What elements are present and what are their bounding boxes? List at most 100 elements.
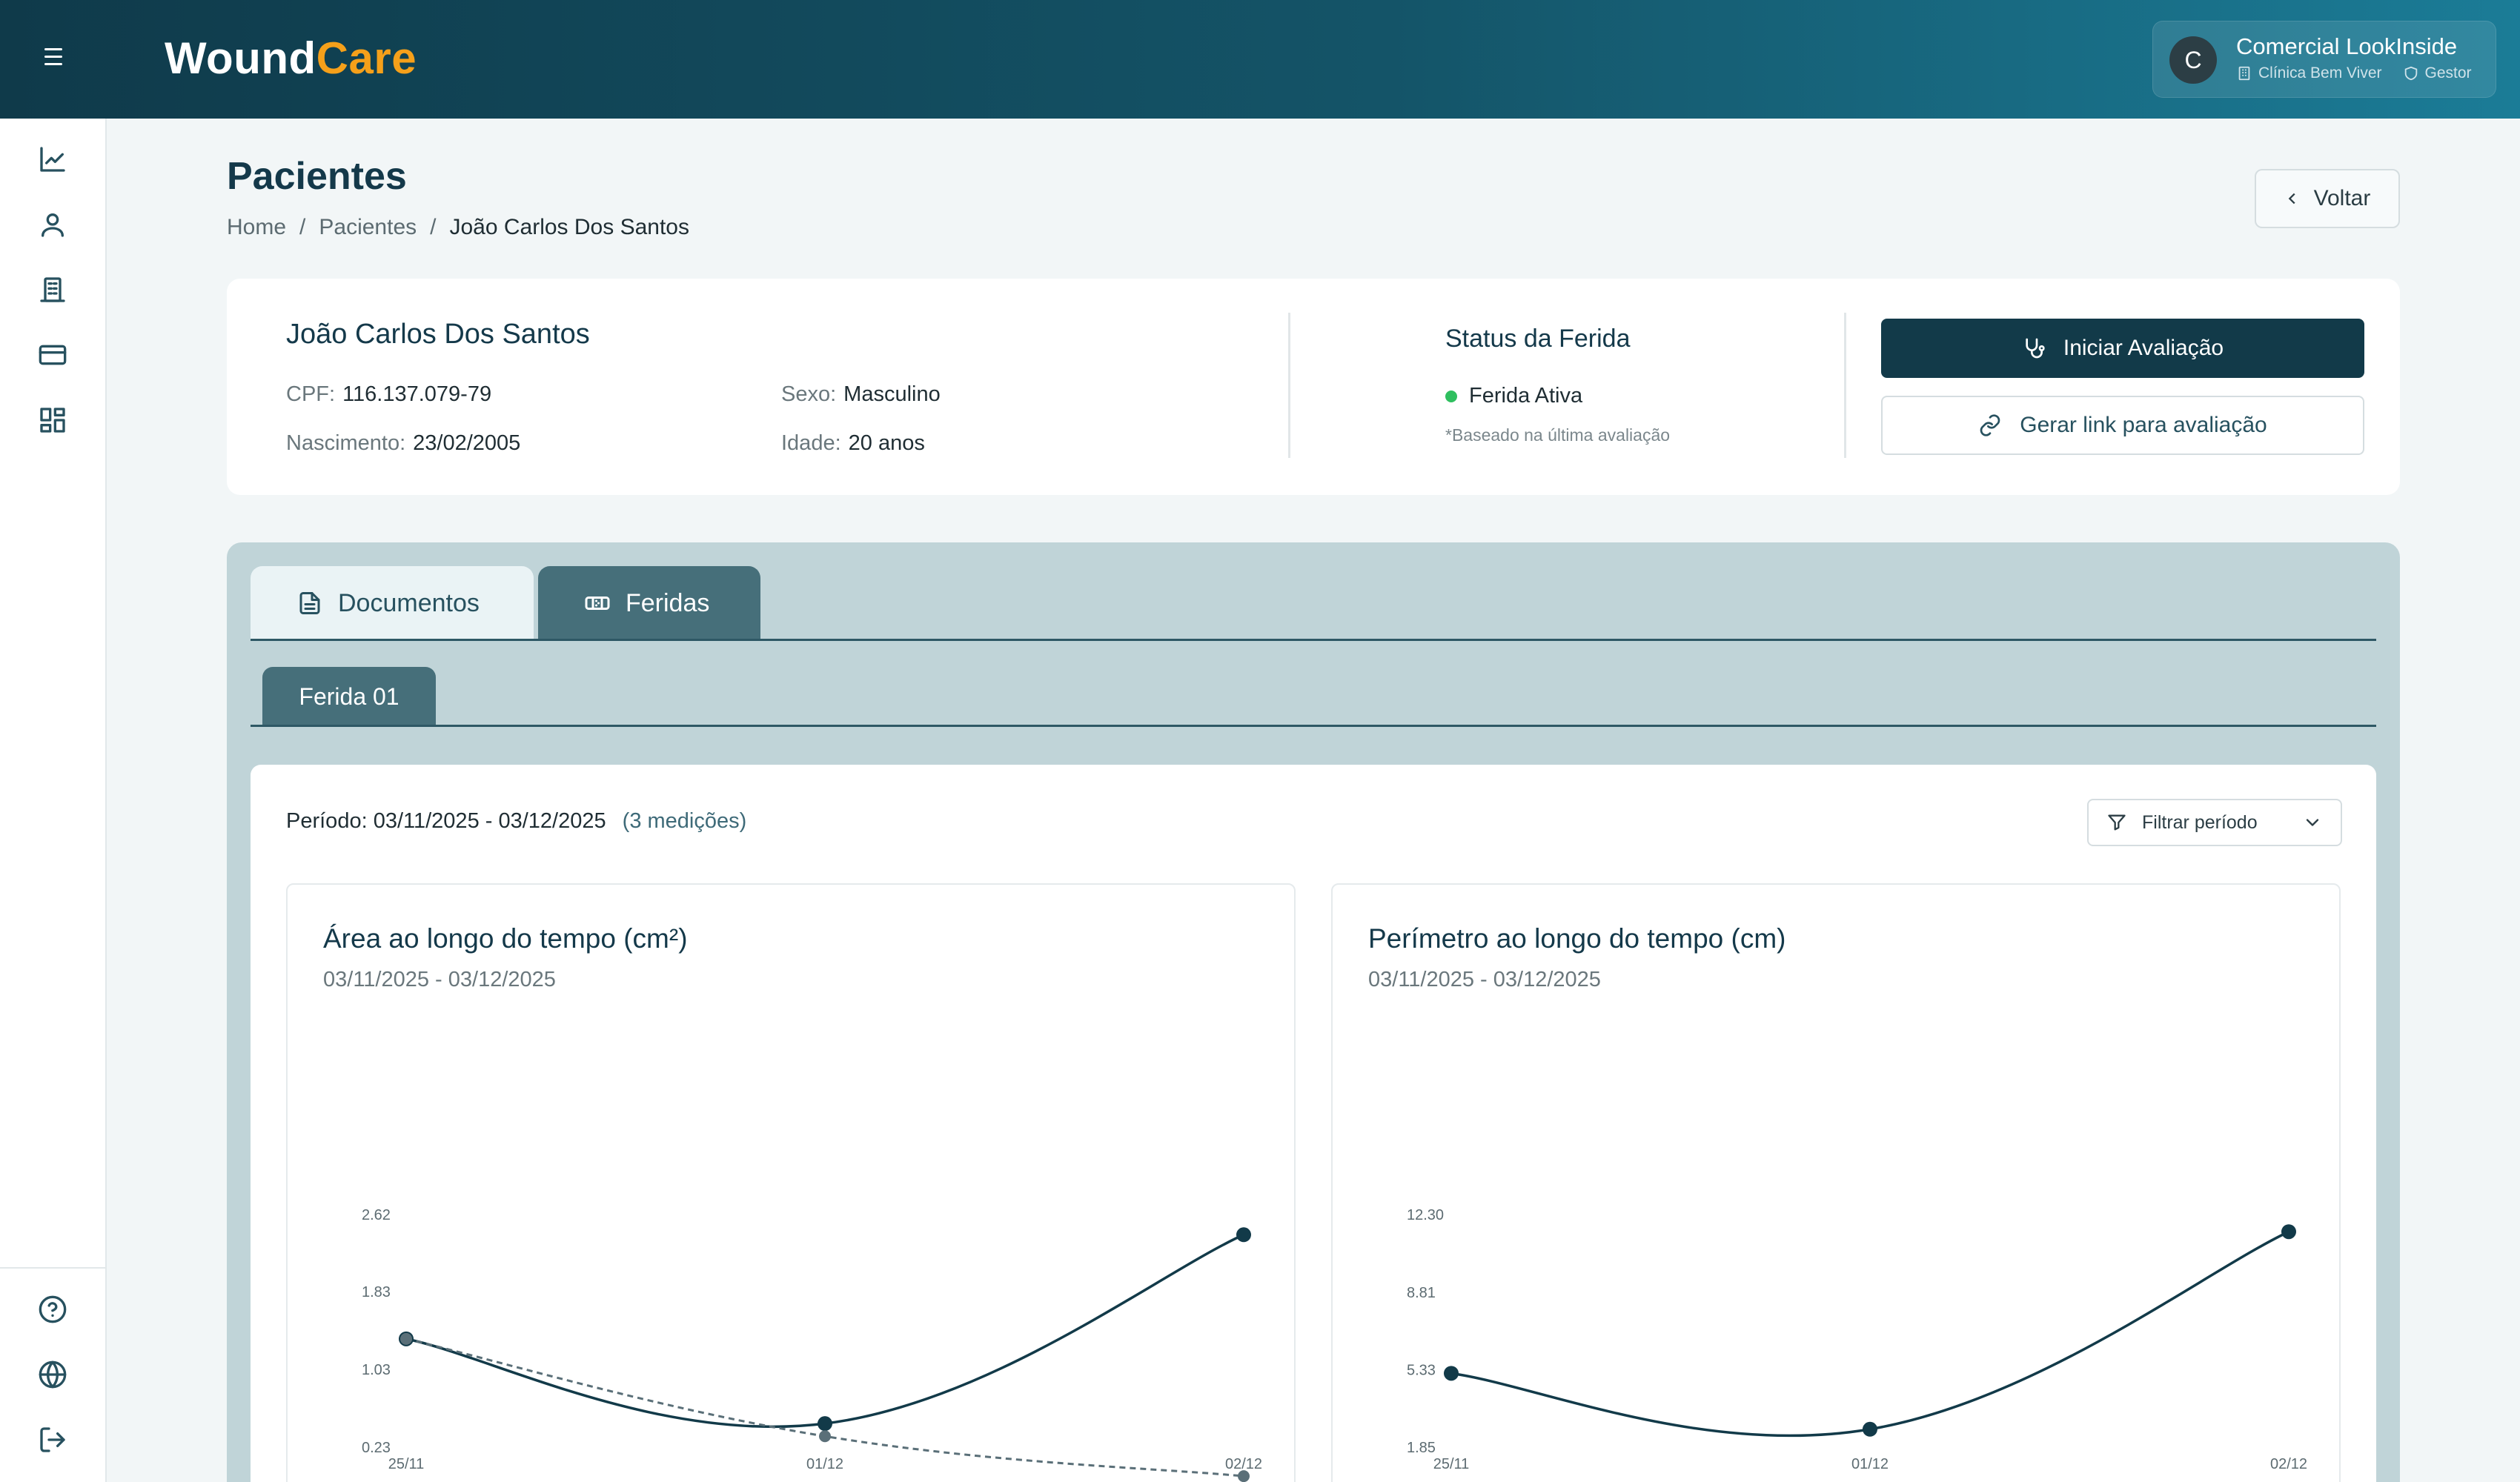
user-menu[interactable]: C Comercial LookInside Clínica Bem Viver… <box>2152 21 2496 98</box>
back-button-label: Voltar <box>2313 186 2371 210</box>
sidebar-item-help[interactable] <box>34 1291 71 1328</box>
sidebar-item-language[interactable] <box>34 1356 71 1393</box>
perimeter-chart-subtitle: 03/11/2025 - 03/12/2025 <box>1368 968 1601 991</box>
area-chart-title: Área ao longo do tempo (cm²) <box>323 923 688 954</box>
x-tick-label: 25/11 <box>1433 1456 1470 1472</box>
tab-documentos-label: Documentos <box>338 588 480 617</box>
status-title: Status da Ferida <box>1445 325 1631 353</box>
measurement-count: (3 medições) <box>622 809 747 833</box>
y-tick-label: 12.30 <box>1407 1207 1444 1223</box>
tab-feridas-label: Feridas <box>626 588 710 617</box>
start-evaluation-label: Iniciar Avaliação <box>2063 336 2224 360</box>
status-dot-icon <box>1445 390 1457 402</box>
menu-icon[interactable] <box>39 43 68 76</box>
y-tick-label: 2.62 <box>362 1207 391 1223</box>
patient-age: Idade: 20 anos <box>781 431 925 456</box>
page-title: Pacientes <box>227 155 407 198</box>
breadcrumb-home[interactable]: Home <box>227 215 286 240</box>
period-label: Período: <box>286 809 368 833</box>
dashboard-grid-icon <box>40 408 65 433</box>
link-icon <box>1980 414 2000 436</box>
sex-value: Masculino <box>843 382 941 406</box>
card-divider <box>1288 313 1290 458</box>
app-logo[interactable]: WoundCare <box>165 33 417 84</box>
tab-feridas[interactable]: Feridas <box>538 566 760 640</box>
breadcrumb-separator: / <box>299 215 306 239</box>
filter-period-dropdown[interactable]: Filtrar período <box>2087 799 2342 846</box>
breadcrumb-current: João Carlos Dos Santos <box>449 215 689 239</box>
patient-cpf: CPF: 116.137.079-79 <box>286 382 491 407</box>
patient-card: João Carlos Dos Santos CPF: 116.137.079-7… <box>227 279 2400 495</box>
x-tick-label: 01/12 <box>1851 1456 1889 1472</box>
sidebar-item-clinics[interactable] <box>34 271 71 308</box>
data-point <box>1444 1366 1459 1381</box>
birth-label: Nascimento: <box>286 431 406 455</box>
help-circle-icon <box>39 1295 67 1323</box>
cpf-value: 116.137.079-79 <box>342 382 492 406</box>
perimeter-chart: 12.30 8.81 5.33 1.8525/11 01/12 02/12 <box>1407 1207 2307 1472</box>
area-chart: 2.62 1.83 1.03 0.2325/11 01/12 02/12 <box>362 1207 1262 1482</box>
wound-content-card: Período: 03/11/2025 - 03/12/2025 (3 medi… <box>251 765 2376 1482</box>
avatar: C <box>2169 36 2217 84</box>
y-tick-label: 8.81 <box>1407 1285 1436 1301</box>
building-icon <box>40 277 65 302</box>
subtab-ferida-01[interactable]: Ferida 01 <box>262 667 436 726</box>
period-info: Período: 03/11/2025 - 03/12/2025 (3 medi… <box>286 809 746 834</box>
sidebar-item-patients[interactable] <box>34 206 71 243</box>
stethoscope-icon <box>2026 338 2045 359</box>
breadcrumb-separator: / <box>430 215 437 239</box>
x-tick-label: 01/12 <box>806 1456 843 1472</box>
patient-name: João Carlos Dos Santos <box>286 319 590 350</box>
user-role: Gestor <box>2424 64 2472 82</box>
period-range: 03/11/2025 - 03/12/2025 <box>373 809 606 833</box>
sidebar-item-dashboard[interactable] <box>34 141 71 178</box>
top-header: WoundCare C Comercial LookInside Clínica… <box>0 0 2520 119</box>
age-label: Idade: <box>781 431 841 455</box>
start-evaluation-button[interactable]: Iniciar Avaliação <box>1881 319 2364 378</box>
document-icon <box>299 592 320 614</box>
chevron-down-icon <box>2306 819 2319 826</box>
y-tick-label: 5.33 <box>1407 1362 1436 1378</box>
status-value: Ferida Ativa <box>1469 384 1583 408</box>
series-line <box>1450 1230 2289 1438</box>
generate-link-label: Gerar link para avaliação <box>2020 413 2267 437</box>
sidebar-item-logout[interactable] <box>34 1421 71 1458</box>
bandage-icon <box>585 597 610 610</box>
globe-icon <box>39 1360 67 1389</box>
breadcrumb-patients[interactable]: Pacientes <box>319 215 417 240</box>
logo-text-wound: Wound <box>165 33 316 83</box>
subtab-underline <box>251 725 2376 727</box>
credit-card-icon <box>39 345 67 365</box>
tab-underline <box>251 639 2376 641</box>
status-badge: Ferida Ativa <box>1445 384 1582 408</box>
patient-sex: Sexo: Masculino <box>781 382 941 407</box>
sidebar-divider <box>0 1267 107 1269</box>
y-tick-label: 1.03 <box>362 1362 391 1378</box>
shield-icon <box>2404 66 2417 81</box>
tab-documentos[interactable]: Documentos <box>251 566 534 640</box>
filter-period-label: Filtrar período <box>2142 811 2258 833</box>
clinic-name: Clínica Bem Viver <box>2258 64 2382 82</box>
data-point <box>818 1416 832 1432</box>
x-tick-label: 02/12 <box>2270 1456 2307 1472</box>
generate-link-button[interactable]: Gerar link para avaliação <box>1881 396 2364 455</box>
x-tick-label: 02/12 <box>1225 1456 1262 1472</box>
sidebar-item-apps[interactable] <box>34 402 71 439</box>
user-meta: Clínica Bem Viver Gestor <box>2236 64 2472 82</box>
y-tick-label: 1.83 <box>362 1284 391 1300</box>
back-button[interactable]: Voltar <box>2255 169 2400 228</box>
data-point <box>1236 1227 1251 1243</box>
data-point <box>1863 1421 1877 1437</box>
cpf-label: CPF: <box>286 382 336 406</box>
age-value: 20 anos <box>848 431 925 455</box>
chart-line-icon <box>40 147 65 172</box>
logout-icon <box>40 1427 65 1452</box>
trend-point <box>1238 1470 1250 1482</box>
breadcrumb: Home / Pacientes / João Carlos Dos Santo… <box>227 215 689 240</box>
filter-icon <box>2108 814 2126 831</box>
sidebar-item-billing[interactable] <box>34 336 71 373</box>
building-icon <box>2238 66 2250 81</box>
patient-birth: Nascimento: 23/02/2005 <box>286 431 520 456</box>
perimeter-chart-title: Perímetro ao longo do tempo (cm) <box>1368 923 1786 954</box>
x-tick-label: 25/11 <box>388 1456 425 1472</box>
